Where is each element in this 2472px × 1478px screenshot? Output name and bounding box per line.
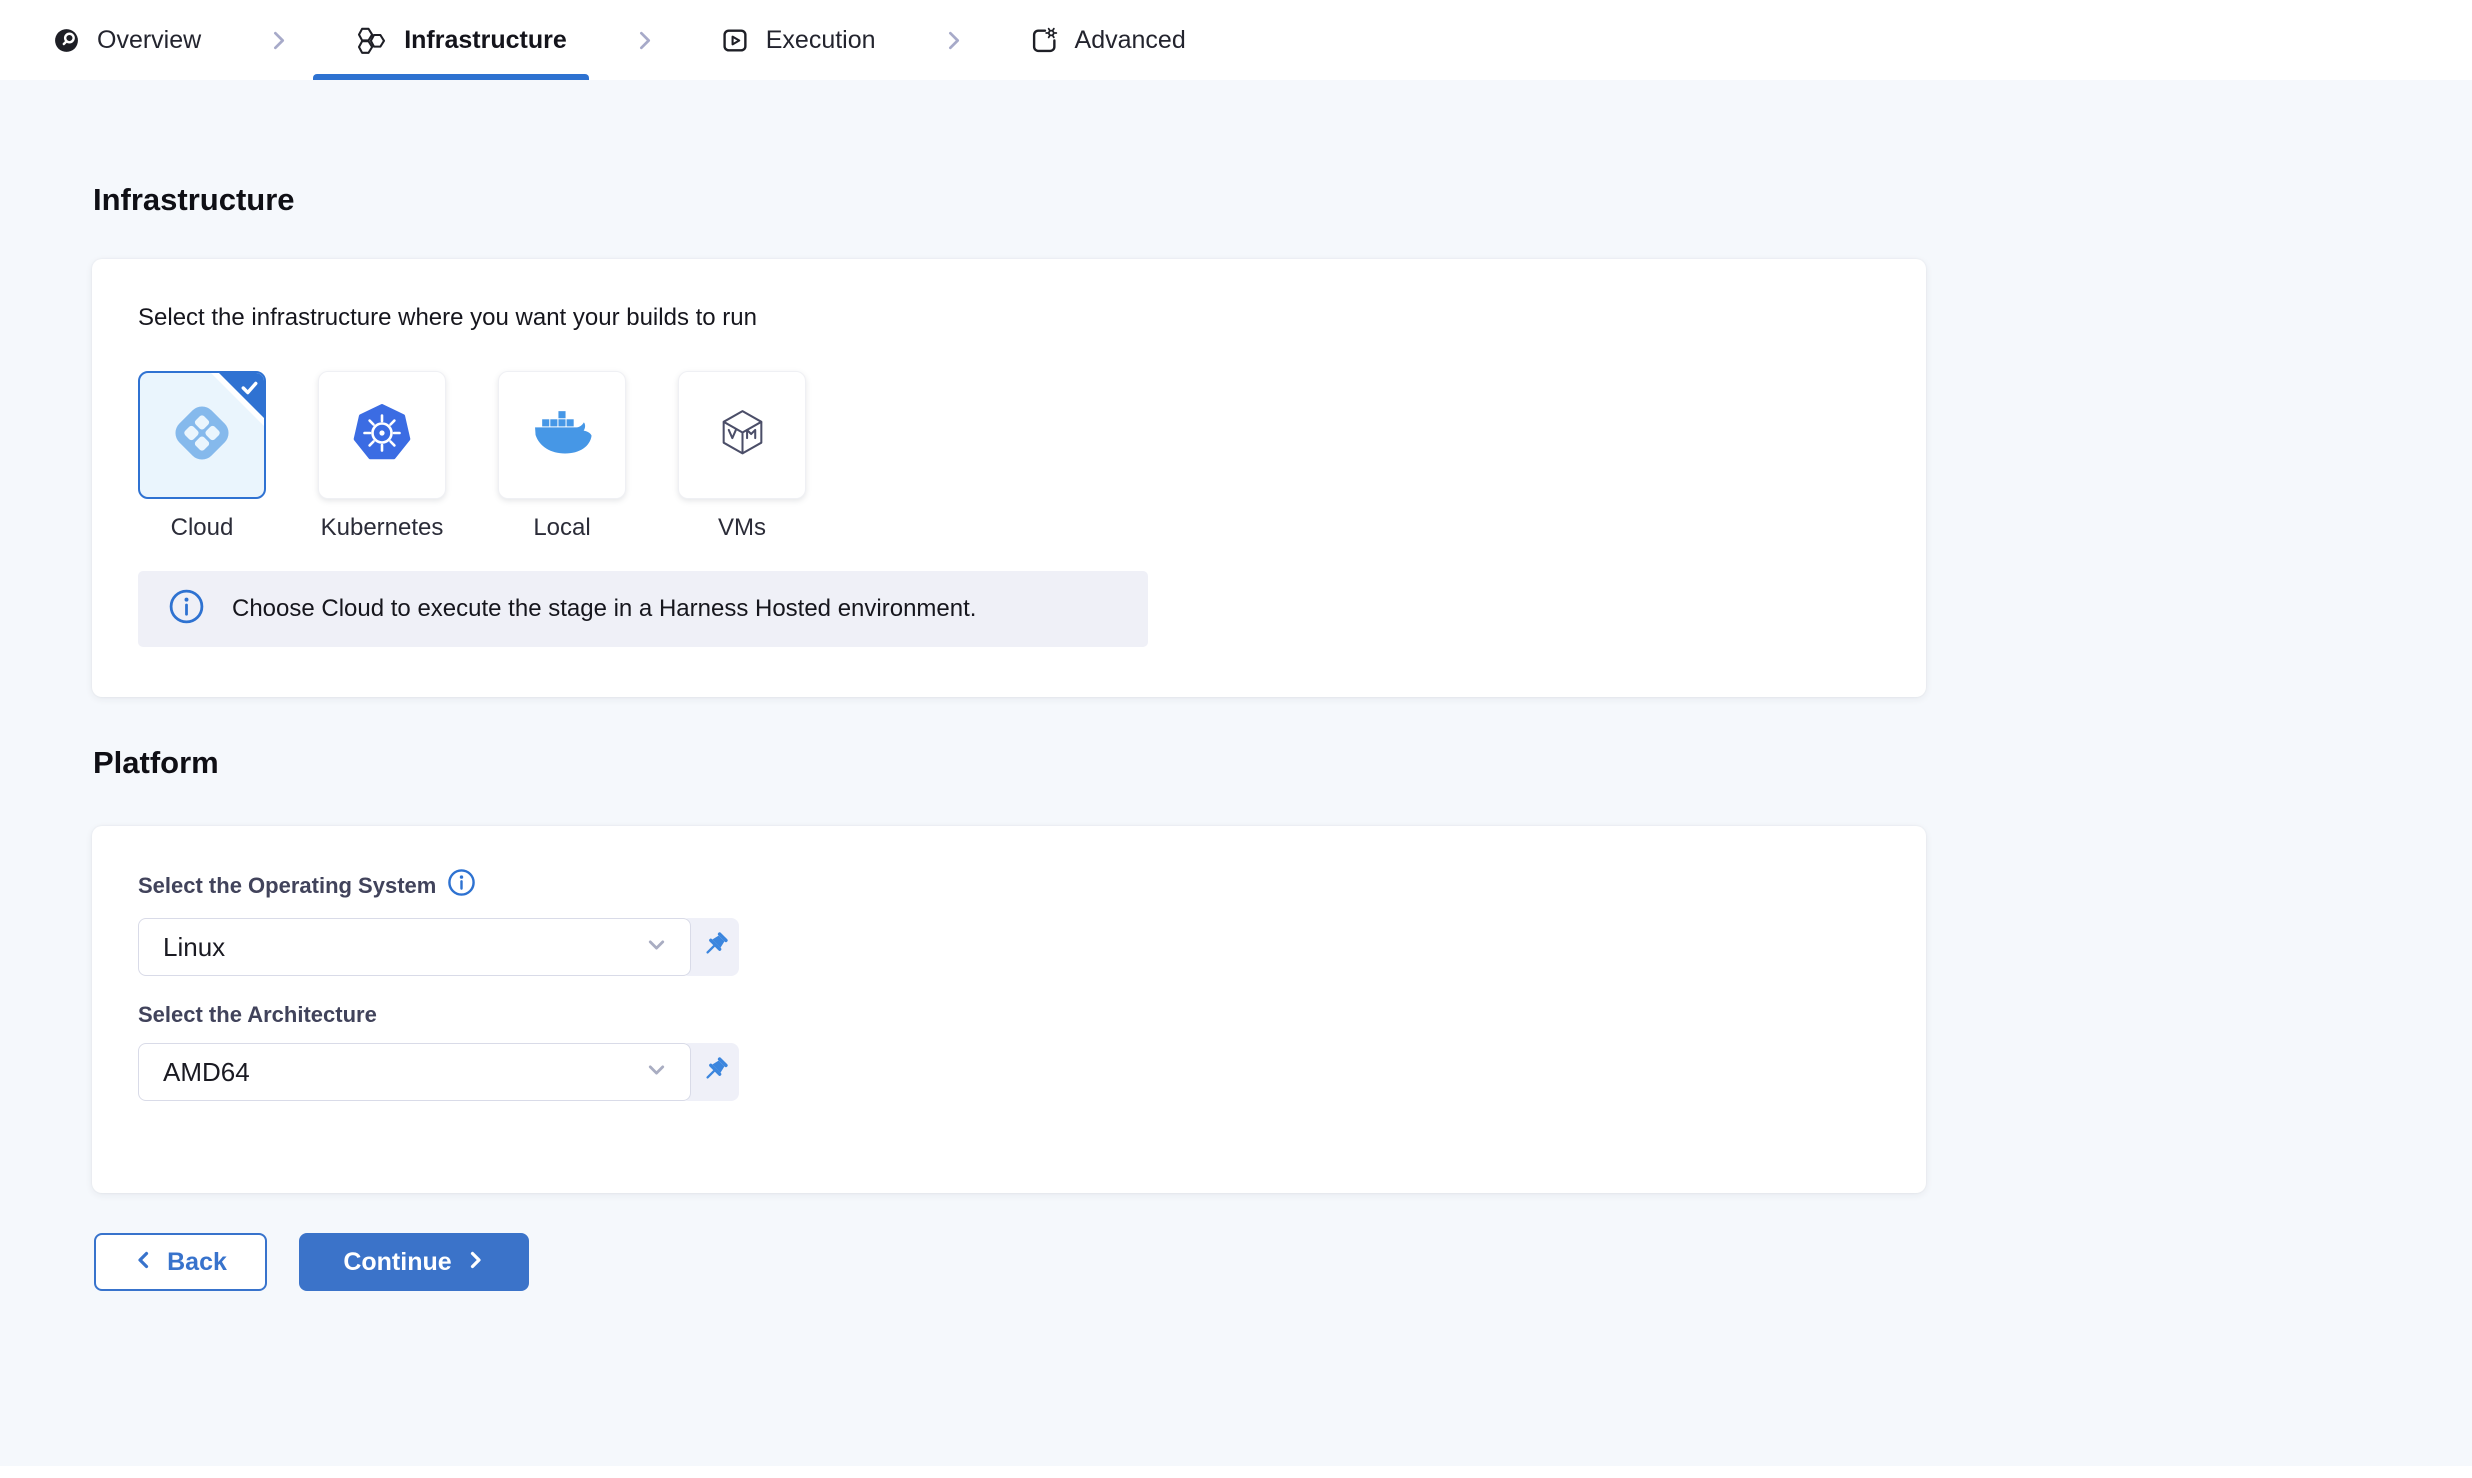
infrastructure-icon bbox=[356, 26, 387, 55]
back-button[interactable]: Back bbox=[94, 1233, 267, 1291]
tab-advanced[interactable]: Advanced bbox=[1031, 0, 1186, 80]
continue-button-label: Continue bbox=[343, 1248, 451, 1277]
checkmark-icon bbox=[241, 381, 258, 400]
os-label-text: Select the Operating System bbox=[138, 872, 436, 900]
stage-tabbar: Overview Infrastructure Execution bbox=[0, 0, 2472, 80]
docker-icon bbox=[532, 409, 593, 461]
chevron-right-icon bbox=[633, 29, 656, 52]
stage-content: Infrastructure Select the infrastructure… bbox=[0, 80, 2472, 1466]
local-tile[interactable] bbox=[498, 371, 626, 499]
cloud-tile[interactable] bbox=[138, 371, 266, 499]
footer-actions: Back Continue bbox=[94, 1233, 2472, 1291]
execution-icon bbox=[722, 27, 749, 54]
kubernetes-tile[interactable] bbox=[318, 371, 446, 499]
info-circle-icon[interactable] bbox=[447, 868, 476, 904]
tab-execution[interactable]: Execution bbox=[722, 0, 876, 80]
os-field-label: Select the Operating System bbox=[138, 868, 1880, 904]
vms-tile[interactable] bbox=[678, 371, 806, 499]
chevron-left-icon bbox=[134, 1248, 154, 1277]
chevron-right-icon bbox=[465, 1248, 485, 1277]
option-label: Cloud bbox=[171, 514, 234, 542]
info-banner-text: Choose Cloud to execute the stage in a H… bbox=[232, 595, 976, 623]
platform-section-title: Platform bbox=[93, 744, 2472, 781]
option-label: Kubernetes bbox=[321, 514, 444, 542]
infrastructure-card-subtitle: Select the infrastructure where you want… bbox=[138, 303, 1880, 333]
tab-infrastructure[interactable]: Infrastructure bbox=[356, 0, 567, 80]
tab-label: Execution bbox=[766, 26, 876, 55]
arch-select[interactable]: AMD64 bbox=[138, 1043, 691, 1101]
pushpin-icon bbox=[699, 1055, 730, 1089]
option-label: Local bbox=[533, 514, 590, 542]
info-circle-icon bbox=[168, 588, 205, 630]
overview-icon bbox=[53, 27, 80, 54]
os-select[interactable]: Linux bbox=[138, 918, 691, 976]
arch-label-text: Select the Architecture bbox=[138, 1001, 377, 1029]
os-select-value: Linux bbox=[163, 932, 225, 963]
tab-label: Infrastructure bbox=[404, 26, 567, 55]
arch-select-row: AMD64 bbox=[138, 1043, 1880, 1101]
chevron-right-icon bbox=[267, 29, 290, 52]
tab-label: Advanced bbox=[1075, 26, 1186, 55]
infrastructure-card: Select the infrastructure where you want… bbox=[92, 259, 1926, 697]
arch-field-label: Select the Architecture bbox=[138, 1001, 1880, 1029]
platform-card: Select the Operating System Linux bbox=[92, 826, 1926, 1193]
infrastructure-option-cloud[interactable]: Cloud bbox=[138, 371, 266, 542]
infrastructure-option-vms[interactable]: VMs bbox=[678, 371, 806, 542]
infrastructure-option-local[interactable]: Local bbox=[498, 371, 626, 542]
stage-configuration-page: Overview Infrastructure Execution bbox=[0, 0, 2472, 1478]
option-label: VMs bbox=[718, 514, 766, 542]
os-select-row: Linux bbox=[138, 918, 1880, 976]
tab-label: Overview bbox=[97, 26, 201, 55]
pushpin-icon bbox=[699, 930, 730, 964]
kubernetes-icon bbox=[353, 404, 411, 467]
back-button-label: Back bbox=[167, 1248, 227, 1277]
vm-cube-icon bbox=[715, 404, 770, 466]
harness-cloud-icon bbox=[169, 400, 235, 471]
arch-select-value: AMD64 bbox=[163, 1057, 250, 1088]
infrastructure-options: Cloud bbox=[138, 371, 1880, 542]
advanced-gear-icon bbox=[1031, 27, 1058, 54]
chevron-down-icon bbox=[643, 931, 670, 963]
cloud-info-banner: Choose Cloud to execute the stage in a H… bbox=[138, 571, 1148, 647]
chevron-down-icon bbox=[643, 1056, 670, 1088]
infrastructure-option-kubernetes[interactable]: Kubernetes bbox=[318, 371, 446, 542]
infrastructure-section-title: Infrastructure bbox=[93, 80, 2472, 218]
chevron-right-icon bbox=[942, 29, 965, 52]
tab-overview[interactable]: Overview bbox=[53, 0, 201, 80]
continue-button[interactable]: Continue bbox=[299, 1233, 529, 1291]
